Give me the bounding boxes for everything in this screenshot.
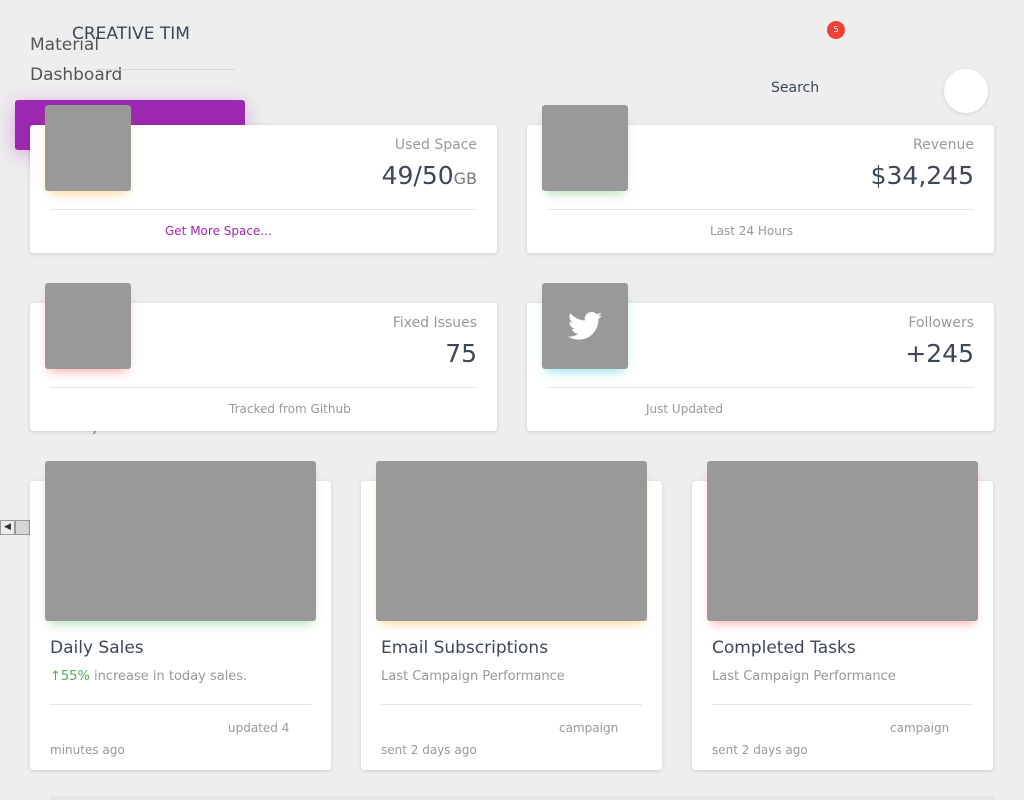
stat-value: $34,245 [870, 161, 974, 190]
stat-value: +245 [905, 339, 974, 368]
chart-title: Daily Sales [50, 638, 144, 658]
chart-placeholder [376, 461, 647, 621]
search-button[interactable] [944, 69, 988, 113]
stat-category: Fixed Issues [392, 315, 477, 331]
divider [50, 704, 311, 705]
storage-icon [45, 105, 131, 191]
divider [50, 387, 477, 388]
scroll-left-arrow[interactable]: ◀ [0, 520, 15, 535]
stat-value: 49/50GB [381, 161, 477, 190]
chart-title: Email Subscriptions [381, 638, 549, 658]
stat-value: 75 [445, 339, 477, 368]
next-card-edge [50, 796, 994, 800]
stat-unit: GB [453, 169, 477, 188]
twitter-icon [542, 283, 628, 369]
chart-card-daily-sales: Daily Sales ↑55% increase in today sales… [30, 461, 331, 770]
brand-dashboard: Dashboard [30, 65, 123, 85]
chart-sub-pct: 55% [60, 669, 90, 684]
divider [712, 704, 973, 705]
arrow-up-icon: ↑ [50, 669, 61, 684]
stat-category: Followers [908, 315, 974, 331]
store-icon [542, 105, 628, 191]
chart-subtitle: Last Campaign Performance [712, 669, 896, 684]
chart-placeholder [45, 461, 316, 621]
chart-subtitle: Last Campaign Performance [381, 669, 565, 684]
stat-footer: Just Updated [646, 402, 723, 416]
brand-creative-tim[interactable]: CREATIVE TIM [72, 24, 190, 44]
chart-footer: campaign sent 2 days ago [381, 721, 619, 757]
search-input[interactable]: Search [771, 80, 819, 96]
stat-card-fixed-issues: Fixed Issues 75 Tracked from Github [30, 283, 497, 431]
chart-title: Completed Tasks [712, 638, 856, 658]
divider [547, 209, 974, 210]
info-icon [45, 283, 131, 369]
divider [50, 209, 477, 210]
chart-footer: updated 4 minutes ago [50, 721, 290, 757]
chart-placeholder [707, 461, 978, 621]
scrollbar-thumb[interactable] [15, 520, 30, 535]
stat-card-used-space: Used Space 49/50GB Get More Space... [30, 105, 497, 253]
stat-card-revenue: Revenue $34,245 Last 24 Hours [527, 105, 994, 253]
brand-divider [95, 69, 235, 70]
divider [547, 387, 974, 388]
stat-category: Revenue [913, 137, 974, 153]
stat-footer: Tracked from Github [229, 402, 351, 416]
chart-sub-text: increase in today sales. [93, 669, 248, 684]
divider [381, 704, 642, 705]
chart-card-completed-tasks: Completed Tasks Last Campaign Performanc… [692, 461, 993, 770]
stat-footer: Last 24 Hours [710, 224, 794, 238]
chart-subtitle: ↑55% increase in today sales. [50, 669, 247, 684]
stat-card-followers: Followers +245 Just Updated [527, 283, 994, 431]
notification-badge[interactable]: 5 [827, 21, 845, 39]
get-more-space-link[interactable]: Get More Space... [165, 224, 272, 238]
chart-footer: campaign sent 2 days ago [712, 721, 950, 757]
stat-category: Used Space [394, 137, 477, 153]
chart-card-email-subscriptions: Email Subscriptions Last Campaign Perfor… [361, 461, 662, 770]
